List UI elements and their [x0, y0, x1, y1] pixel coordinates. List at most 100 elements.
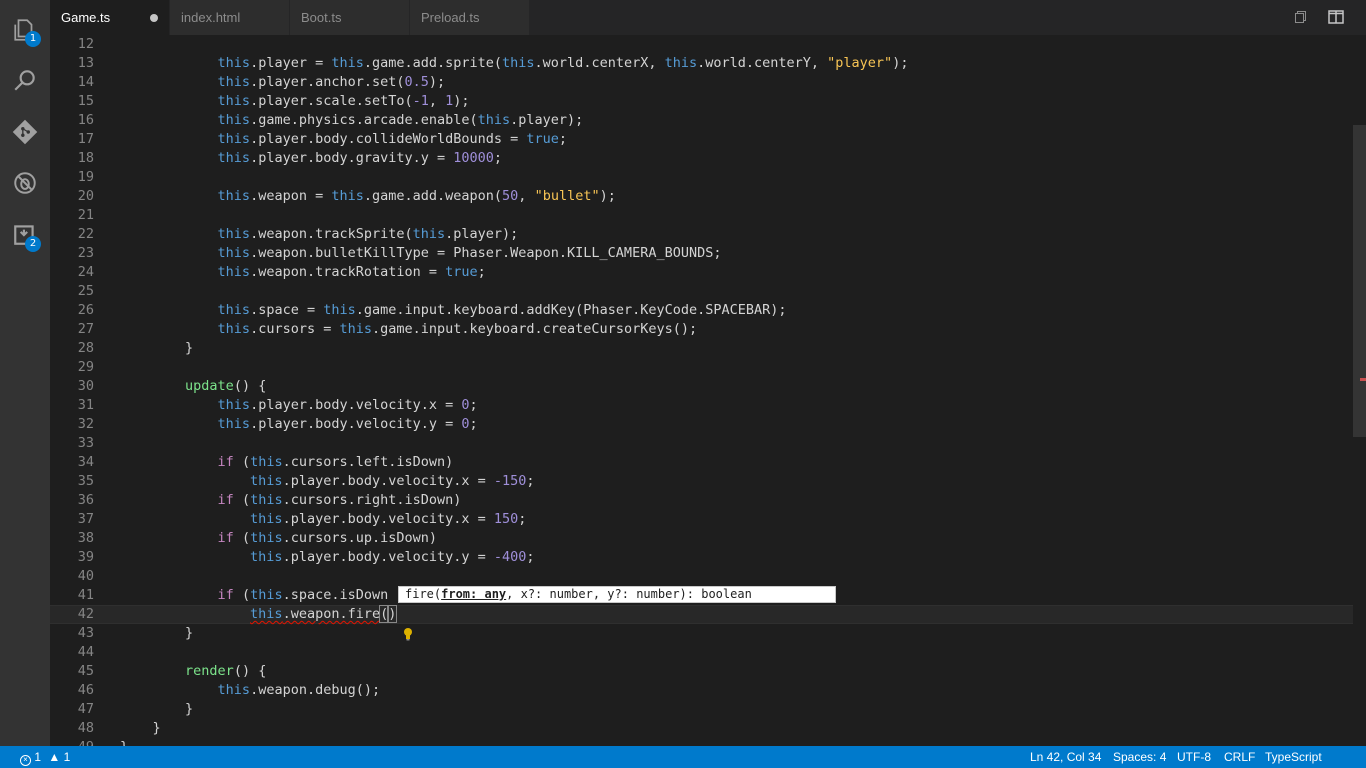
- tab-boot-ts[interactable]: Boot.ts: [290, 0, 410, 35]
- line-code: this.weapon.bulletKillType = Phaser.Weap…: [120, 244, 722, 263]
- code-line[interactable]: 24 this.weapon.trackRotation = true;: [50, 263, 1353, 282]
- code-line[interactable]: 47 }: [50, 700, 1353, 719]
- code-line[interactable]: 38 if (this.cursors.up.isDown): [50, 529, 1353, 548]
- code-line[interactable]: 42 this.weapon.fire(): [50, 605, 1353, 624]
- line-number: 18: [77, 150, 94, 166]
- code-line[interactable]: 29: [50, 358, 1353, 377]
- code-token: .weapon =: [250, 188, 332, 204]
- code-token: update: [185, 378, 234, 394]
- status-bar: × 1 ▲ 1 Ln 42, Col 34 Spaces: 4 UTF-8 CR…: [0, 746, 1366, 768]
- debug-button[interactable]: [0, 158, 50, 208]
- code-line[interactable]: 14 this.player.anchor.set(0.5);: [50, 73, 1353, 92]
- code-line[interactable]: 34 if (this.cursors.left.isDown): [50, 453, 1353, 472]
- search-button[interactable]: [0, 55, 50, 105]
- line-endings[interactable]: CRLF: [1224, 746, 1255, 768]
- code-line[interactable]: 32 this.player.body.velocity.y = 0;: [50, 415, 1353, 434]
- tab-preload-ts[interactable]: Preload.ts: [410, 0, 530, 35]
- line-number: 14: [77, 74, 94, 90]
- line-number: 43: [77, 625, 94, 641]
- encoding[interactable]: UTF-8: [1177, 746, 1211, 768]
- code-line[interactable]: 13 this.player = this.game.add.sprite(th…: [50, 54, 1353, 73]
- code-line[interactable]: 25: [50, 282, 1353, 301]
- line-code: this.player.anchor.set(0.5);: [120, 73, 446, 92]
- code-token: );: [453, 93, 470, 109]
- code-line[interactable]: 21: [50, 206, 1353, 225]
- code-line[interactable]: 49}: [50, 738, 1353, 746]
- split-editor-icon[interactable]: [1328, 10, 1344, 24]
- open-changes-icon[interactable]: [1294, 10, 1310, 24]
- code-line[interactable]: 20 this.weapon = this.game.add.weapon(50…: [50, 187, 1353, 206]
- lightbulb-icon[interactable]: [403, 627, 413, 641]
- code-token: this: [250, 587, 283, 603]
- code-token: .game.add.sprite(: [363, 55, 503, 71]
- code-token: .player.body.velocity.y =: [282, 549, 494, 565]
- code-line[interactable]: 36 if (this.cursors.right.isDown): [50, 491, 1353, 510]
- code-line[interactable]: 43 }: [50, 624, 1353, 643]
- code-line[interactable]: 39 this.player.body.velocity.y = -400;: [50, 548, 1353, 567]
- code-token: .weapon.fire: [282, 606, 381, 622]
- line-code: this.space = this.game.input.keyboard.ad…: [120, 301, 787, 320]
- code-line[interactable]: 15 this.player.scale.setTo(-1, 1);: [50, 92, 1353, 111]
- problems-indicator[interactable]: × 1 ▲ 1: [20, 746, 70, 768]
- language-mode[interactable]: TypeScript: [1265, 746, 1322, 768]
- code-line[interactable]: 12: [50, 35, 1353, 54]
- tab-index-html[interactable]: index.html: [170, 0, 290, 35]
- line-number: 23: [77, 245, 94, 261]
- line-number: 34: [77, 454, 94, 470]
- line-code: this.weapon.debug();: [120, 681, 381, 700]
- line-number: 24: [77, 264, 94, 280]
- code-line[interactable]: 27 this.cursors = this.game.input.keyboa…: [50, 320, 1353, 339]
- code-line[interactable]: 30 update() {: [50, 377, 1353, 396]
- explorer-button[interactable]: 1: [0, 5, 50, 55]
- vertical-scrollbar-thumb[interactable]: [1353, 125, 1366, 437]
- code-line[interactable]: 26 this.space = this.game.input.keyboard…: [50, 301, 1353, 320]
- code-token: .weapon.debug();: [250, 682, 381, 698]
- code-line[interactable]: 33: [50, 434, 1353, 453]
- code-token: render: [185, 663, 234, 679]
- code-token: (: [233, 530, 251, 546]
- search-icon: [14, 70, 35, 91]
- code-line[interactable]: 44: [50, 643, 1353, 662]
- code-line[interactable]: 40: [50, 567, 1353, 586]
- code-line[interactable]: 31 this.player.body.velocity.x = 0;: [50, 396, 1353, 415]
- tab-game-ts[interactable]: Game.ts: [50, 0, 170, 35]
- tab-label: Game.ts: [61, 10, 111, 25]
- code-token: this: [502, 55, 535, 71]
- cursor-position[interactable]: Ln 42, Col 34: [1030, 746, 1101, 768]
- code-line[interactable]: 37 this.player.body.velocity.x = 150;: [50, 510, 1353, 529]
- code-line[interactable]: 48 }: [50, 719, 1353, 738]
- code-line[interactable]: 22 this.weapon.trackSprite(this.player);: [50, 225, 1353, 244]
- code-token: 50: [502, 188, 519, 204]
- code-token: ,: [518, 188, 535, 204]
- line-code: this.player.body.velocity.x = 0;: [120, 396, 478, 415]
- code-line[interactable]: 23 this.weapon.bulletKillType = Phaser.W…: [50, 244, 1353, 263]
- indentation[interactable]: Spaces: 4: [1113, 746, 1166, 768]
- source-control-button[interactable]: [0, 107, 50, 157]
- code-line[interactable]: 35 this.player.body.velocity.x = -150;: [50, 472, 1353, 491]
- code-line[interactable]: 28 }: [50, 339, 1353, 358]
- line-number: 40: [77, 568, 94, 584]
- line-number: 49: [50, 738, 94, 746]
- code-line[interactable]: 45 render() {: [50, 662, 1353, 681]
- code-token: .player.body.collideWorldBounds =: [250, 131, 527, 147]
- code-token: "player": [827, 55, 893, 71]
- code-token: .space.isDown: [282, 587, 389, 603]
- code-token: this: [250, 606, 283, 622]
- unsaved-dot-icon[interactable]: [150, 14, 158, 22]
- code-editor[interactable]: 12 13 this.player = this.game.add.sprite(…: [50, 35, 1353, 746]
- code-token: .player.body.velocity.x =: [282, 473, 494, 489]
- code-token: .game.add.weapon(: [363, 188, 503, 204]
- code-line[interactable]: 46 this.weapon.debug();: [50, 681, 1353, 700]
- code-token: }: [120, 340, 194, 356]
- code-line[interactable]: 19: [50, 168, 1353, 187]
- code-line[interactable]: 16 this.game.physics.arcade.enable(this.…: [50, 111, 1353, 130]
- code-line[interactable]: 18 this.player.body.gravity.y = 10000;: [50, 149, 1353, 168]
- code-token: .player.body.gravity.y =: [250, 150, 454, 166]
- extensions-button[interactable]: 2: [0, 209, 50, 259]
- code-token: this: [477, 112, 511, 128]
- code-line[interactable]: 17 this.player.body.collideWorldBounds =…: [50, 130, 1353, 149]
